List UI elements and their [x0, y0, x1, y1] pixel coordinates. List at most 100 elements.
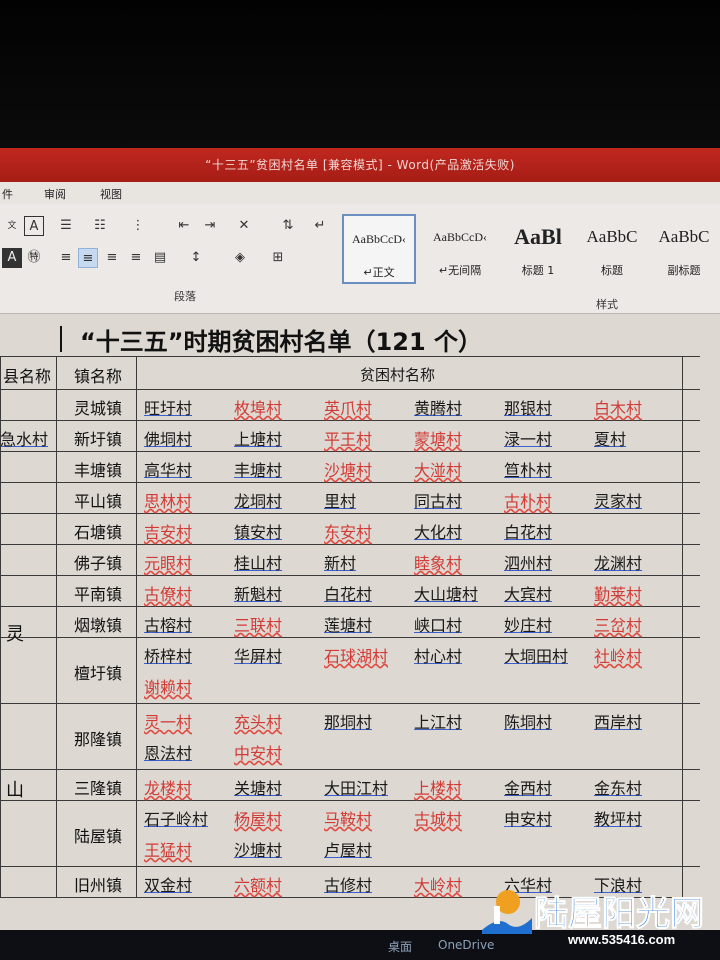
village-name: 新魁村: [234, 585, 283, 604]
village-name: 古修村: [324, 876, 373, 895]
tab-file[interactable]: 件: [2, 186, 13, 202]
multilevel-list-icon[interactable]: ⋮: [128, 216, 148, 236]
village-name: 英爪村: [324, 399, 373, 418]
style-normal[interactable]: AaBbCcD‹ ↵正文: [342, 214, 416, 284]
village-name: 石子岭村: [144, 810, 209, 829]
taskbar-desktop[interactable]: 桌面: [388, 938, 412, 955]
town-name: 檀圩镇: [73, 664, 122, 683]
styles-gallery: AaBbCcD‹ ↵正文 AaBbCcD‹ ↵无间隔 AaBl 标题 1 AaB…: [340, 214, 720, 284]
village-name: 六额村: [234, 876, 283, 895]
style-heading-1[interactable]: AaBl 标题 1: [504, 214, 572, 284]
enclose-characters-icon[interactable]: ㊕: [24, 248, 44, 268]
town-name: 平南镇: [73, 585, 122, 604]
village-name: 急水村: [0, 430, 49, 449]
town-name: 新圩镇: [73, 430, 122, 449]
character-shading-icon[interactable]: A: [2, 248, 22, 268]
style-name: 标题: [601, 264, 623, 277]
village-name: 佛垌村: [144, 430, 193, 449]
village-name: 申安村: [504, 810, 553, 829]
decrease-indent-icon[interactable]: ⇤: [174, 216, 194, 236]
village-name: 旺圩村: [144, 399, 193, 418]
borders-icon[interactable]: ⊞: [268, 248, 288, 268]
style-name: 标题 1: [521, 264, 555, 277]
village-name: 古城村: [414, 810, 463, 829]
village-name: 吉安村: [144, 523, 193, 542]
show-marks-icon[interactable]: ↵: [310, 216, 330, 236]
village-name: 杨屋村: [234, 810, 283, 829]
village-name: 中安村: [234, 744, 283, 763]
village-name: 大宾村: [504, 585, 553, 604]
village-name: 大田江村: [324, 779, 389, 798]
village-name: 笪朴村: [504, 461, 553, 480]
distributed-icon[interactable]: ▤: [150, 248, 170, 268]
header-villages: 贫困村名称: [360, 366, 436, 384]
village-name: 金东村: [594, 779, 643, 798]
style-subtitle[interactable]: AaBbC 副标题: [650, 214, 718, 284]
village-name: 新村: [324, 554, 357, 573]
village-name: 峡口村: [414, 616, 463, 635]
document-page[interactable]: “十三五”时期贫困村名单（121 个） 县名称 镇名称 贫困村名称 灵城镇 旺圩村…: [0, 314, 720, 930]
tab-view[interactable]: 视图: [100, 186, 122, 202]
chinese-layout-icon[interactable]: ✕: [234, 216, 254, 236]
village-name: 大岭村: [414, 876, 463, 895]
character-border-icon[interactable]: A: [24, 216, 44, 236]
sort-icon[interactable]: ⇅: [278, 216, 298, 236]
table-column-divider: [0, 356, 1, 898]
village-name: 里村: [324, 492, 357, 511]
village-name: 三岔村: [594, 616, 643, 635]
table-header-row: 县名称 镇名称 贫困村名称: [0, 356, 700, 390]
table-row: 三隆镇 龙楼村 关塘村 大田江村 上楼村 金西村 金东村: [0, 770, 700, 801]
align-left-icon[interactable]: ≡: [56, 248, 76, 268]
header-county: 县名称: [2, 367, 51, 386]
justify-icon[interactable]: ≡: [126, 248, 146, 268]
watermark-text: 陆屋阳光网: [534, 894, 705, 935]
village-name: 古僚村: [144, 585, 193, 604]
village-name: 白木村: [594, 399, 643, 418]
shading-icon[interactable]: ◈: [230, 248, 250, 268]
table-column-divider: [682, 356, 683, 898]
village-name: 夏村: [594, 430, 627, 449]
village-name: 那银村: [504, 399, 553, 418]
table-row: 陆屋镇 石子岭村 杨屋村 马鞍村 古城村 申安村 教坪村 王猛村 沙塘村 卢屋村: [0, 801, 700, 867]
align-right-icon[interactable]: ≡: [102, 248, 122, 268]
village-name: 桥梓村: [144, 647, 193, 666]
village-name: 上塘村: [234, 430, 283, 449]
style-preview: AaBbC: [586, 227, 638, 246]
village-name: 古朴村: [504, 492, 553, 511]
tab-review[interactable]: 审阅: [44, 186, 66, 202]
table-row: 平山镇 思林村 龙垌村 里村 同古村 古朴村 灵家村: [0, 483, 700, 514]
site-watermark: 陆屋阳光网 www.535416.com: [478, 876, 718, 952]
village-name: 村心村: [414, 647, 463, 666]
page-title: “十三五”时期贫困村名单（121 个）: [80, 328, 482, 356]
village-name: 西岸村: [594, 713, 643, 732]
village-name: 莲塘村: [324, 616, 373, 635]
village-name: 勤莱村: [594, 585, 643, 604]
town-name: 平山镇: [73, 492, 122, 511]
bullets-icon[interactable]: ☰: [56, 216, 76, 236]
style-no-spacing[interactable]: AaBbCcD‹ ↵无间隔: [424, 214, 496, 284]
table-row: 烟墩镇 古榕村 三联村 莲塘村 峡口村 妙庄村 三岔村: [0, 607, 700, 638]
table-row: 新圩镇 佛垌村 上塘村 平王村 蒙塘村 渌一村 夏村 急水村: [0, 421, 700, 452]
line-spacing-icon[interactable]: ↕: [186, 248, 206, 268]
phonetic-guide-icon[interactable]: 文: [2, 216, 22, 236]
table-row: 平南镇 古僚村 新魁村 白花村 大山塘村 大宾村 勤莱村: [0, 576, 700, 607]
table-row: 丰塘镇 高华村 丰塘村 沙塘村 大湴村 笪朴村: [0, 452, 700, 483]
village-name: 上楼村: [414, 779, 463, 798]
text-cursor: [60, 326, 62, 352]
village-name: 睦象村: [414, 554, 463, 573]
increase-indent-icon[interactable]: ⇥: [200, 216, 220, 236]
village-name: 教坪村: [594, 810, 643, 829]
table-row: 佛子镇 元眼村 桂山村 新村 睦象村 泗州村 龙渊村: [0, 545, 700, 576]
town-name: 那隆镇: [73, 730, 122, 749]
style-title[interactable]: AaBbC 标题: [578, 214, 646, 284]
village-name: 谢赖村: [144, 678, 193, 697]
ribbon: 文 A ☰ ☷ ⋮ ⇤ ⇥ ✕ ⇅ ↵ A ㊕ ≡ ≡ ≡ ≡ ▤ ↕ ◈ ⊞ …: [0, 204, 720, 314]
style-preview: AaBl: [514, 224, 562, 249]
village-name: 白花村: [324, 585, 373, 604]
numbering-icon[interactable]: ☷: [90, 216, 110, 236]
town-name: 丰塘镇: [73, 461, 122, 480]
align-center-icon[interactable]: ≡: [78, 248, 98, 268]
village-name: 大垌田村: [504, 647, 569, 666]
table-column-divider: [56, 356, 57, 898]
village-name: 马鞍村: [324, 810, 373, 829]
